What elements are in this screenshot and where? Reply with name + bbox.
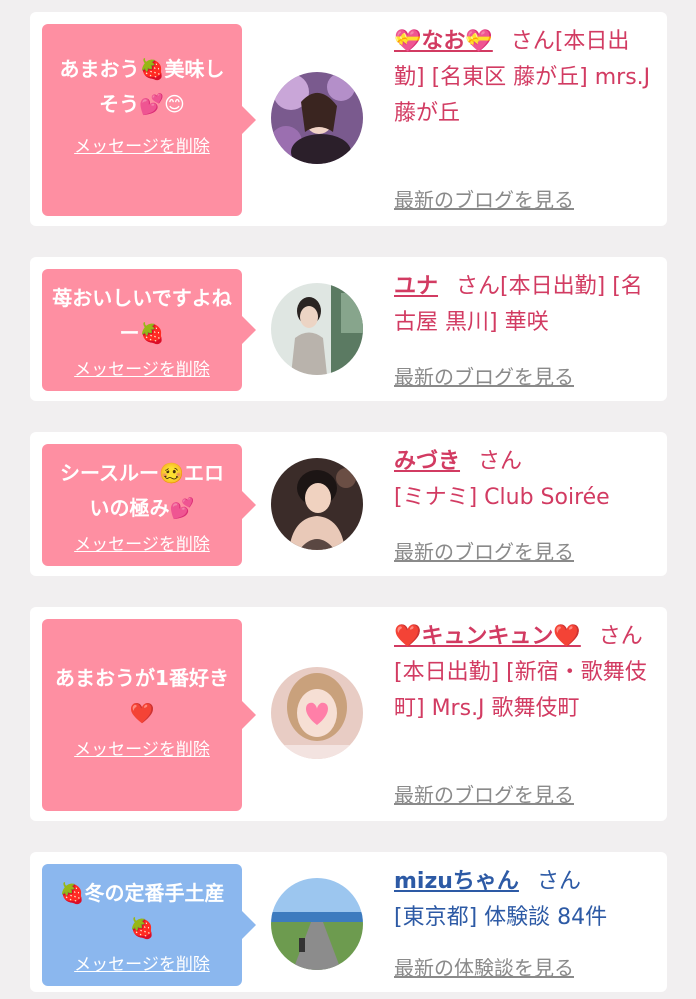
cast-info: mizuちゃん さん [東京都] 体験談 84件 xyxy=(394,864,653,936)
message-text: あまおうが1番好き❤️ xyxy=(55,666,229,725)
latest-blog-link[interactable]: 最新のブログを見る xyxy=(394,536,574,565)
cast-name-link[interactable]: ユナ xyxy=(394,274,438,299)
cast-name-link[interactable]: mizuちゃん xyxy=(394,869,519,894)
cast-info: ❤️キュンキュン❤️ さん [本日出勤] [新宿・歌舞伎町] Mrs.J 歌舞伎町 xyxy=(394,619,653,727)
honorific: さん xyxy=(510,29,555,54)
delete-message-link[interactable]: メッセージを削除 xyxy=(74,735,210,760)
cast-info: みづき さん [ミナミ] Club Soirée xyxy=(394,444,653,516)
message-card: 🍓冬の定番手土産🍓 メッセージを削除 mizuちゃん さん [東京都] 体験談 84… xyxy=(30,852,667,992)
avatar[interactable] xyxy=(271,458,363,550)
message-card: あまおうが1番好き❤️ メッセージを削除 ❤️キュンキュン❤️ さん [本日出勤] … xyxy=(30,607,667,821)
honorific: さん xyxy=(478,449,523,474)
message-bubble: あまおうが1番好き❤️ メッセージを削除 xyxy=(42,619,256,811)
cast-detail: [東京都] 体験談 84件 xyxy=(394,905,608,930)
cast-info: ユナ さん[本日出勤] [名古屋 黒川] 華咲 xyxy=(394,269,653,341)
avatar[interactable] xyxy=(271,667,363,759)
message-text: あまおう🍓美味しそう💕😊 xyxy=(59,57,225,116)
cast-detail: [ミナミ] Club Soirée xyxy=(394,485,610,510)
honorific: さん xyxy=(456,274,501,299)
latest-blog-link[interactable]: 最新のブログを見る xyxy=(394,361,574,390)
woman-photo-avatar-icon xyxy=(271,667,363,759)
delete-message-link[interactable]: メッセージを削除 xyxy=(74,132,210,157)
avatar[interactable] xyxy=(271,878,363,970)
message-bubble: 🍓冬の定番手土産🍓 メッセージを削除 xyxy=(42,864,256,986)
message-card: シースルー🥴エロいの極み💕 メッセージを削除 みづき さん [ミナミ] Club S… xyxy=(30,432,667,576)
message-bubble: 苺おいしいですよねー🍓 メッセージを削除 xyxy=(42,269,256,391)
message-text: シースルー🥴エロいの極み💕 xyxy=(60,461,224,520)
message-bubble: シースルー🥴エロいの極み💕 メッセージを削除 xyxy=(42,444,256,566)
delete-message-link[interactable]: メッセージを削除 xyxy=(74,530,210,555)
honorific: さん xyxy=(598,624,643,649)
woman-photo-avatar-icon xyxy=(271,283,363,375)
woman-photo-avatar-icon xyxy=(271,458,363,550)
cast-name-link[interactable]: みづき xyxy=(394,449,460,474)
avatar[interactable] xyxy=(271,72,363,164)
latest-blog-link[interactable]: 最新のブログを見る xyxy=(394,779,574,808)
delete-message-link[interactable]: メッセージを削除 xyxy=(74,950,210,975)
road-landscape-avatar-icon xyxy=(271,878,363,970)
latest-review-link[interactable]: 最新の体験談を見る xyxy=(394,952,574,981)
cast-name-link[interactable]: ❤️キュンキュン❤️ xyxy=(394,624,581,649)
cast-detail: [本日出勤] [新宿・歌舞伎町] Mrs.J 歌舞伎町 xyxy=(394,660,647,721)
message-list: あまおう🍓美味しそう💕😊 メッセージを削除 💝なお💝 さん[本日出勤] [名東区 … xyxy=(0,0,696,999)
cast-info: 💝なお💝 さん[本日出勤] [名東区 藤が丘] mrs.J 藤が丘 xyxy=(394,24,653,132)
delete-message-link[interactable]: メッセージを削除 xyxy=(74,355,210,380)
cast-name-link[interactable]: 💝なお💝 xyxy=(394,29,493,54)
message-text: 苺おいしいですよねー🍓 xyxy=(52,286,232,345)
message-text: 🍓冬の定番手土産🍓 xyxy=(59,881,225,940)
message-bubble: あまおう🍓美味しそう💕😊 メッセージを削除 xyxy=(42,24,256,216)
message-card: 苺おいしいですよねー🍓 メッセージを削除 ユナ さん[本日出勤] [名古屋 黒川]… xyxy=(30,257,667,401)
avatar[interactable] xyxy=(271,283,363,375)
honorific: さん xyxy=(536,869,581,894)
message-card: あまおう🍓美味しそう💕😊 メッセージを削除 💝なお💝 さん[本日出勤] [名東区 … xyxy=(30,12,667,226)
latest-blog-link[interactable]: 最新のブログを見る xyxy=(394,184,574,213)
woman-photo-avatar-icon xyxy=(271,72,363,164)
